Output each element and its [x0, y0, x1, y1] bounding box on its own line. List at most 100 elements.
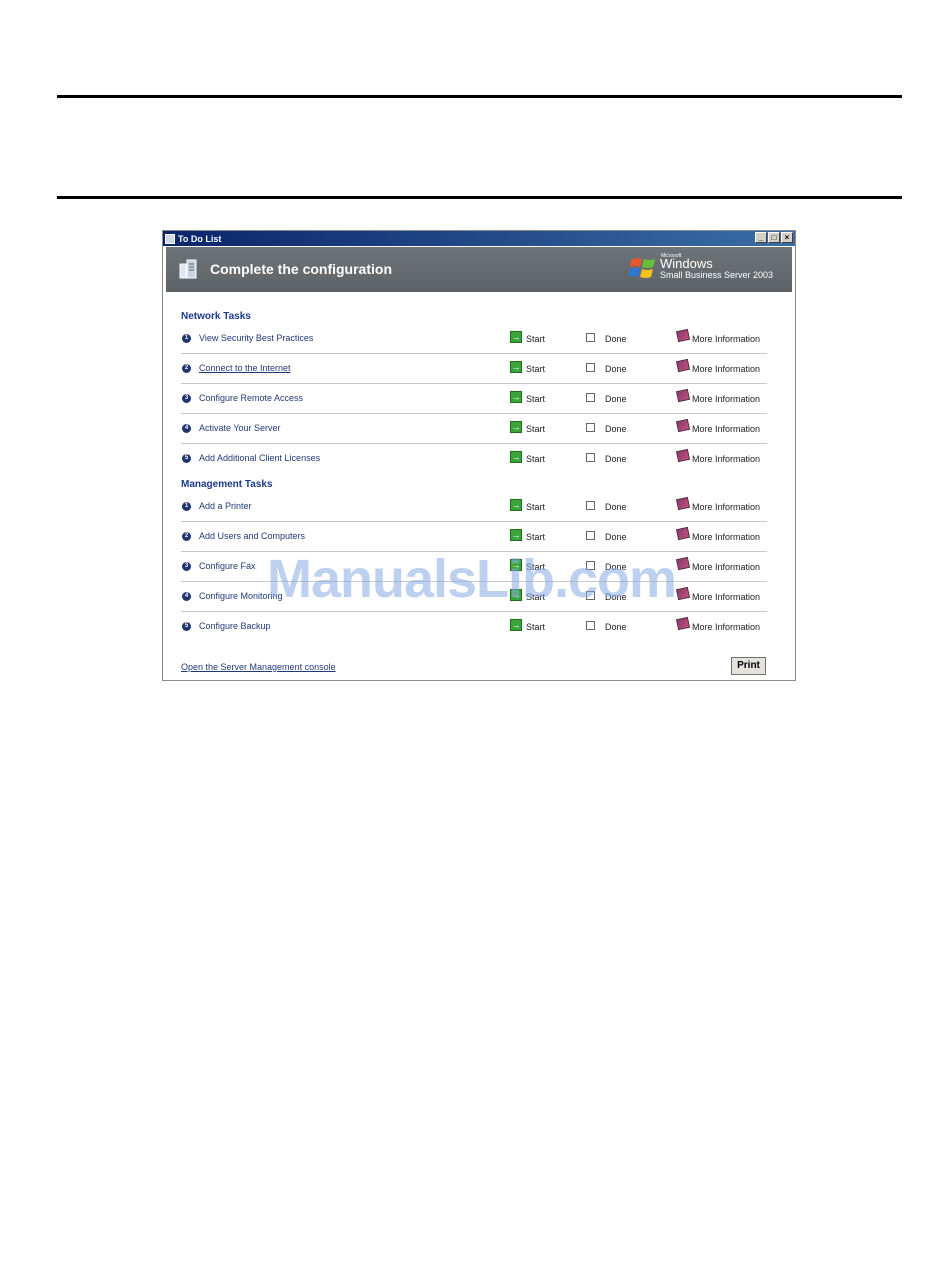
minimize-button[interactable]: _ [755, 232, 767, 243]
start-arrow-icon[interactable]: → [510, 331, 522, 343]
start-arrow-icon[interactable]: → [510, 451, 522, 463]
close-button[interactable]: × [781, 232, 793, 243]
task-row: 5 Configure Backup → Start Done More Inf… [181, 613, 767, 641]
start-arrow-icon[interactable]: → [510, 529, 522, 541]
start-arrow-icon[interactable]: → [510, 361, 522, 373]
product-label: Small Business Server 2003 [660, 270, 774, 280]
done-checkbox[interactable] [586, 363, 595, 372]
start-link[interactable]: Start [526, 334, 545, 344]
done-checkbox[interactable] [586, 423, 595, 432]
network-tasks-heading: Network Tasks [181, 311, 251, 322]
book-icon[interactable] [675, 616, 691, 631]
task-row: 3 Configure Remote Access → Start Done M… [181, 385, 767, 414]
done-checkbox[interactable] [586, 333, 595, 342]
done-checkbox[interactable] [586, 393, 595, 402]
done-checkbox[interactable] [586, 501, 595, 510]
done-label: Done [605, 424, 627, 434]
more-information-link[interactable]: More Information [692, 562, 760, 572]
task-link[interactable]: View Security Best Practices [199, 333, 313, 343]
start-link[interactable]: Start [526, 394, 545, 404]
title-bar[interactable]: To Do List _ □ × [163, 231, 795, 246]
done-label: Done [605, 454, 627, 464]
task-row: 1 View Security Best Practices → Start D… [181, 325, 767, 354]
done-checkbox[interactable] [586, 531, 595, 540]
todo-window: To Do List _ □ × Complete the configurat… [162, 230, 796, 681]
done-label: Done [605, 334, 627, 344]
start-arrow-icon[interactable]: → [510, 619, 522, 631]
start-arrow-icon[interactable]: → [510, 421, 522, 433]
done-checkbox[interactable] [586, 453, 595, 462]
book-icon[interactable] [675, 358, 691, 373]
start-link[interactable]: Start [526, 454, 545, 464]
task-link[interactable]: Activate Your Server [199, 423, 281, 433]
done-checkbox[interactable] [586, 621, 595, 630]
window-title: To Do List [178, 233, 222, 244]
book-icon[interactable] [675, 496, 691, 511]
start-link[interactable]: Start [526, 532, 545, 542]
start-arrow-icon[interactable]: → [510, 499, 522, 511]
more-information-link[interactable]: More Information [692, 424, 760, 434]
start-link[interactable]: Start [526, 622, 545, 632]
windows-label: Windows [660, 256, 713, 271]
task-row: 4 Activate Your Server → Start Done More… [181, 415, 767, 444]
more-information-link[interactable]: More Information [692, 394, 760, 404]
start-link[interactable]: Start [526, 424, 545, 434]
more-information-link[interactable]: More Information [692, 502, 760, 512]
done-label: Done [605, 394, 627, 404]
task-link[interactable]: Configure Backup [199, 621, 271, 631]
more-information-link[interactable]: More Information [692, 364, 760, 374]
book-icon[interactable] [675, 586, 691, 601]
step-number-icon: 5 [182, 454, 191, 463]
done-label: Done [605, 622, 627, 632]
step-number-icon: 1 [182, 502, 191, 511]
step-number-icon: 4 [182, 592, 191, 601]
header-banner: Complete the configuration Microsoft Win… [166, 247, 792, 292]
more-information-link[interactable]: More Information [692, 454, 760, 464]
app-icon [165, 233, 175, 244]
step-number-icon: 2 [182, 532, 191, 541]
task-link[interactable]: Add Users and Computers [199, 531, 305, 541]
more-information-link[interactable]: More Information [692, 532, 760, 542]
start-link[interactable]: Start [526, 502, 545, 512]
book-icon[interactable] [675, 448, 691, 463]
step-number-icon: 4 [182, 424, 191, 433]
window-controls: _ □ × [755, 232, 793, 243]
print-button[interactable]: Print [731, 657, 766, 675]
task-link[interactable]: Connect to the Internet [199, 363, 291, 373]
watermark: ManualsLib.com [267, 549, 677, 609]
top-rule [57, 95, 902, 98]
done-label: Done [605, 364, 627, 374]
step-number-icon: 1 [182, 334, 191, 343]
task-link[interactable]: Add a Printer [199, 501, 252, 511]
windows-sbs-logo: Microsoft Windows Small Business Server … [629, 253, 787, 287]
management-tasks-heading: Management Tasks [181, 479, 273, 490]
task-row: 2 Connect to the Internet → Start Done M… [181, 355, 767, 384]
step-number-icon: 2 [182, 364, 191, 373]
book-icon[interactable] [675, 388, 691, 403]
step-number-icon: 3 [182, 562, 191, 571]
step-number-icon: 5 [182, 622, 191, 631]
book-icon[interactable] [675, 526, 691, 541]
step-number-icon: 3 [182, 394, 191, 403]
task-link[interactable]: Configure Fax [199, 561, 256, 571]
done-label: Done [605, 502, 627, 512]
start-link[interactable]: Start [526, 364, 545, 374]
start-arrow-icon[interactable]: → [510, 391, 522, 403]
windows-flag-icon [629, 258, 655, 278]
book-icon[interactable] [675, 556, 691, 571]
page-title: Complete the configuration [210, 261, 392, 277]
more-information-link[interactable]: More Information [692, 622, 760, 632]
maximize-button[interactable]: □ [768, 232, 780, 243]
more-information-link[interactable]: More Information [692, 334, 760, 344]
book-icon[interactable] [675, 418, 691, 433]
task-link[interactable]: Configure Remote Access [199, 393, 303, 403]
book-icon[interactable] [675, 328, 691, 343]
server-list-icon [179, 259, 197, 279]
task-link[interactable]: Add Additional Client Licenses [199, 453, 320, 463]
task-row: 5 Add Additional Client Licenses → Start… [181, 445, 767, 473]
server-management-console-link[interactable]: Open the Server Management console [181, 662, 336, 672]
bottom-rule [57, 196, 902, 199]
task-row: 1 Add a Printer → Start Done More Inform… [181, 493, 767, 522]
done-label: Done [605, 532, 627, 542]
more-information-link[interactable]: More Information [692, 592, 760, 602]
